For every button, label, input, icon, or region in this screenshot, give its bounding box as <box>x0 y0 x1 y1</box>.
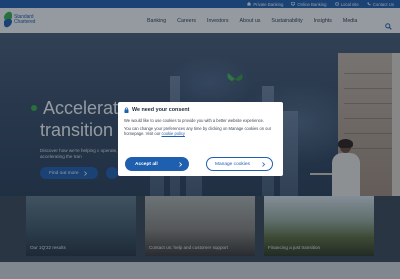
dialog-body: We would like to use cookies to provide … <box>124 118 278 139</box>
consent-paragraph-2-text: You can change your preferences any time… <box>124 125 272 137</box>
manage-label: Manage cookies <box>215 161 250 167</box>
consent-paragraph-1: We would like to use cookies to provide … <box>124 118 265 123</box>
lock-icon <box>124 107 129 113</box>
dialog-title: We need your consent <box>124 107 189 113</box>
dialog-title-text: We need your consent <box>132 107 190 113</box>
cookie-consent-dialog: We need your consent We would like to us… <box>118 102 283 176</box>
chevron-right-icon <box>178 161 183 167</box>
consent-paragraph-2: You can change your preferences any time… <box>124 126 278 137</box>
chevron-right-icon <box>261 161 266 167</box>
accept-label: Accept all <box>135 161 158 167</box>
cookie-policy-link[interactable]: cookie policy <box>161 131 184 136</box>
accept-all-button[interactable]: Accept all <box>125 157 189 171</box>
manage-cookies-button[interactable]: Manage cookies <box>206 157 273 171</box>
